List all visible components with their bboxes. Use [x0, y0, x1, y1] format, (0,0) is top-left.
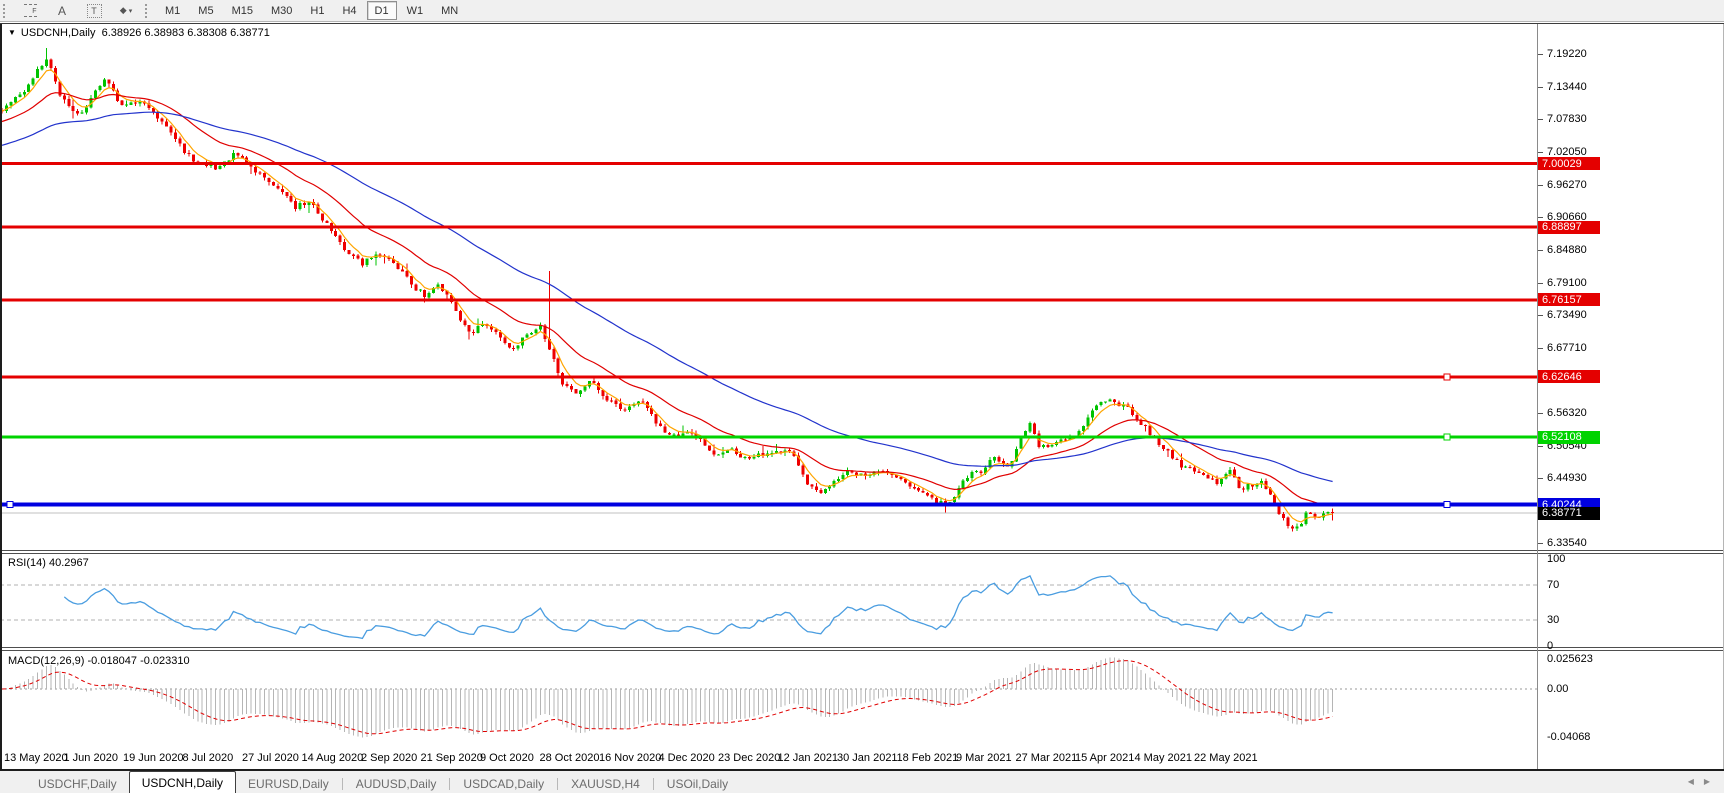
date-label: 19 Jun 2020 — [123, 752, 184, 764]
date-label: 30 Jan 2021 — [837, 752, 898, 764]
rsi-level-label: 30 — [1547, 614, 1560, 626]
macd-label: MACD(12,26,9) -0.018047 -0.023310 — [8, 655, 190, 667]
toolbar-grip[interactable] — [3, 3, 10, 18]
mt4-window: F A T ◆ ▾ M1 M5 M15 M30 H1 H4 D1 W1 MN ▼ USDCNH,Daily… — [0, 0, 1724, 793]
label-icon: T — [86, 3, 102, 18]
text-icon: A — [57, 3, 66, 18]
macd-pane-canvas[interactable] — [0, 651, 1537, 747]
tab-usdchf-daily[interactable]: USDCHF,Daily — [26, 775, 129, 793]
date-label: 4 Dec 2020 — [658, 752, 715, 764]
scroll-left-icon[interactable]: ◀ — [1688, 777, 1694, 786]
date-label: 2 Sep 2020 — [361, 752, 418, 764]
date-label: 18 Feb 2021 — [896, 752, 959, 764]
date-label: 27 Jul 2020 — [242, 752, 299, 764]
hline-price-label: 6.88897 — [1538, 220, 1600, 234]
macd-axis-label: 0.025623 — [1547, 653, 1593, 665]
price-tick: 7.07830 — [1538, 113, 1587, 126]
main-chart-canvas[interactable] — [0, 24, 1537, 550]
price-tick: 6.33540 — [1538, 537, 1587, 550]
date-label: 12 Jan 2021 — [777, 752, 839, 764]
timeframe-button-w1[interactable]: W1 — [399, 1, 432, 20]
timeframe-button-h4[interactable]: H4 — [334, 1, 364, 20]
hline-price-label: 7.00029 — [1538, 157, 1600, 170]
bid-price-label: 6.38771 — [1538, 506, 1600, 520]
hline-price-label: 6.62646 — [1538, 370, 1600, 384]
price-tick: 6.67710 — [1538, 342, 1587, 355]
date-label: 9 Mar 2021 — [956, 752, 1012, 764]
rsi-value: 40.2967 — [48, 557, 89, 569]
timeframe-button-m15[interactable]: M15 — [224, 1, 261, 20]
timeframe-button-m1[interactable]: M1 — [157, 1, 188, 20]
date-label: 4 May 2021 — [1134, 752, 1192, 764]
date-label: 14 Aug 2020 — [301, 752, 364, 764]
price-tick: 7.19220 — [1538, 48, 1587, 61]
arrows-icon: ◆ — [119, 5, 127, 15]
price-tick: 6.56320 — [1538, 407, 1587, 420]
date-label: 21 Sep 2020 — [420, 752, 483, 764]
line-studies-toolbar: F A T ◆ ▾ — [14, 1, 142, 20]
date-label: 23 Dec 2020 — [718, 752, 781, 764]
tab-eurusd-daily[interactable]: EURUSD,Daily — [236, 775, 341, 793]
rsi-level-label: 100 — [1547, 552, 1566, 565]
rsi-level-label: 70 — [1547, 579, 1560, 591]
collapse-triangle-icon[interactable]: ▼ — [8, 28, 16, 37]
tab-xauusd-h4[interactable]: XAUUSD,H4 — [559, 775, 652, 793]
tab-usoil-daily[interactable]: USOil,Daily — [655, 775, 740, 793]
fibonacci-icon: F — [23, 4, 37, 17]
price-tick: 6.44930 — [1538, 472, 1587, 485]
tab-separator — [341, 778, 343, 790]
scroll-right-icon[interactable]: ▶ — [1704, 777, 1710, 786]
rsi-pane-canvas[interactable] — [0, 554, 1537, 647]
date-label: 1 Jun 2020 — [63, 752, 118, 764]
axis-separator — [1537, 24, 1538, 769]
price-tick: 6.84880 — [1538, 244, 1587, 257]
macd-axis-label: 0.00 — [1547, 683, 1569, 695]
tab-separator — [652, 778, 654, 790]
timeframe-button-m5[interactable]: M5 — [190, 1, 221, 20]
date-label: 13 May 2020 — [4, 752, 68, 764]
tab-separator — [449, 778, 451, 790]
toolbar-grip[interactable] — [145, 3, 152, 18]
date-label: 15 Apr 2021 — [1075, 752, 1135, 764]
price-tick: 7.13440 — [1538, 81, 1587, 94]
hline-price-label: 6.52108 — [1538, 430, 1600, 444]
chart-symbol-label: USDCNH,Daily — [20, 27, 96, 39]
label-tool[interactable]: T — [79, 1, 109, 20]
timeframes-toolbar: M1 M5 M15 M30 H1 H4 D1 W1 MN — [156, 1, 467, 20]
tab-scroll-arrows: ◀ ▶ — [1688, 777, 1710, 786]
chart-left-border — [0, 24, 2, 769]
divider — [0, 21, 1724, 22]
fibonacci-tool[interactable]: F — [15, 1, 45, 20]
timeframe-button-h1[interactable]: H1 — [302, 1, 332, 20]
tab-separator — [557, 778, 559, 790]
macd-axis-label: -0.04068 — [1547, 730, 1591, 743]
chart-ohlc-values: 6.38926 6.38983 6.38308 6.38771 — [101, 27, 270, 39]
timeframe-button-mn[interactable]: MN — [433, 1, 466, 20]
timeframe-button-d1[interactable]: D1 — [366, 1, 397, 20]
chart-title: ▼ USDCNH,Daily 6.38926 6.38983 6.38308 6.… — [8, 27, 270, 39]
tab-usdcnh-daily[interactable]: USDCNH,Daily — [128, 771, 237, 793]
macd-values: -0.018047 -0.023310 — [87, 655, 190, 667]
date-label: 8 Jul 2020 — [182, 752, 234, 764]
hline-price-label: 6.76157 — [1538, 293, 1600, 307]
price-tick: 6.79100 — [1538, 277, 1587, 290]
chart-tab-bar: USDCHF,Daily USDCNH,Daily EURUSD,Daily AUDU… — [0, 771, 1724, 793]
date-label: 27 Mar 2021 — [1015, 752, 1078, 764]
text-tool[interactable]: A — [47, 1, 77, 20]
price-tick: 6.96270 — [1538, 179, 1587, 192]
date-label: 16 Nov 2020 — [599, 752, 662, 764]
arrows-tool[interactable]: ◆ ▾ — [111, 1, 141, 20]
rsi-label: RSI(14) 40.2967 — [8, 557, 89, 569]
toolbar: F A T ◆ ▾ M1 M5 M15 M30 H1 H4 D1 W1 MN — [0, 0, 1724, 22]
chevron-down-icon: ▾ — [128, 7, 133, 15]
tab-usdcad-daily[interactable]: USDCAD,Daily — [451, 775, 556, 793]
date-label: 9 Oct 2020 — [480, 752, 534, 764]
date-label: 22 May 2021 — [1194, 752, 1258, 764]
rsi-level-label: 0 — [1547, 640, 1554, 653]
date-label: 28 Oct 2020 — [539, 752, 600, 764]
tab-audusd-daily[interactable]: AUDUSD,Daily — [344, 775, 449, 793]
timeframe-button-m30[interactable]: M30 — [263, 1, 300, 20]
price-tick: 6.73490 — [1538, 309, 1587, 322]
